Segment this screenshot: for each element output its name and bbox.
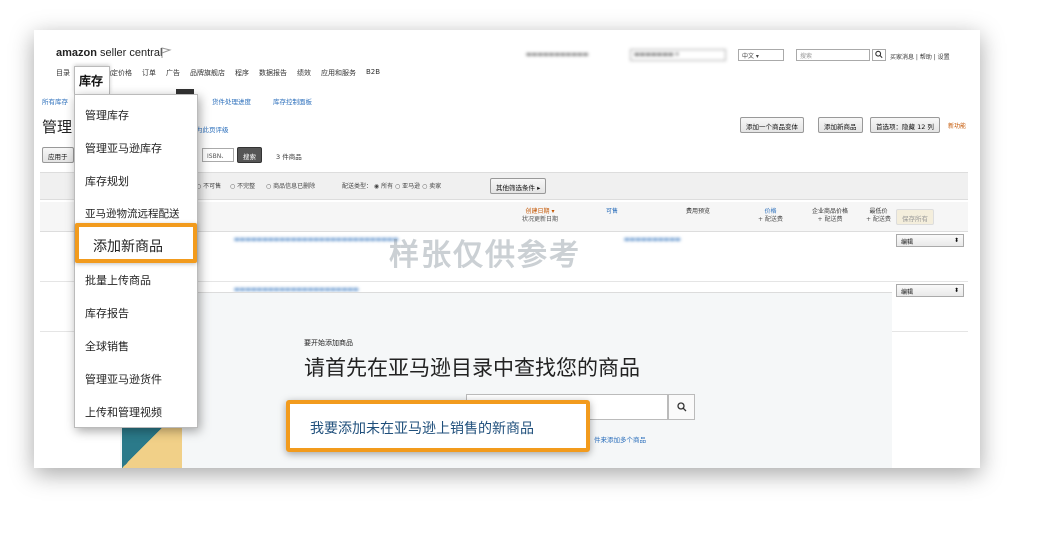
product-title[interactable]: ▬▬▬▬▬▬▬▬▬▬▬▬▬▬▬▬▬▬▬▬▬▬▬▬▬▬▬▬▬ [234, 236, 398, 243]
watermark: 样张仅供参考 [389, 238, 581, 273]
nav-performance[interactable]: 绩效 [297, 68, 311, 78]
promo-graphic [122, 428, 182, 468]
edit-select[interactable]: 编辑 ⬍ [896, 234, 964, 247]
breadcrumb-dashboard[interactable]: 库存控制面板 [273, 96, 312, 106]
nav-orders[interactable]: 订单 [142, 68, 156, 78]
preferences-button[interactable]: 首选项：隐藏 12 列 [870, 117, 940, 133]
search-icon[interactable] [668, 394, 695, 420]
breadcrumb-all-inventory[interactable]: 所有库存 [42, 96, 68, 106]
menu-item-manage-inventory[interactable]: 管理库存 [85, 107, 129, 123]
menu-item-global-selling[interactable]: 全球销售 [85, 338, 129, 354]
panel-small-title: 要开始添加商品 [304, 339, 353, 347]
fulfillment-filter: 配送类型： ◉ 所有 ○ 亚马逊 ○ 卖家 [342, 183, 442, 190]
add-unlisted-product-link[interactable]: 我要添加未在亚马逊上销售的新商品 [286, 400, 590, 452]
status-filter-incomplete[interactable]: ○ 不完整 [230, 181, 255, 190]
amazon-logo[interactable]: amazon seller central [56, 47, 162, 59]
search-icon[interactable] [872, 49, 886, 61]
menu-item-inventory-reports[interactable]: 库存报告 [85, 305, 129, 321]
nav-apps[interactable]: 应用和服务 [321, 68, 356, 78]
bulk-upload-link[interactable]: 件来添加多个商品 [594, 434, 646, 444]
breadcrumb: 货件处理进度 库存控制面板 [212, 96, 312, 106]
flag-icon[interactable] [160, 47, 172, 59]
nav-programs[interactable]: 程序 [235, 68, 249, 78]
product-fees: ▬▬▬▬▬▬▬▬▬▬ [624, 236, 681, 243]
language-select[interactable]: 中文 ▾ [738, 49, 784, 61]
panel-large-title: 请首先在亚马逊目录中查找您的商品 [304, 356, 640, 380]
account-name: ▬▬▬▬▬▬▬▬▬▬▬ [526, 51, 589, 58]
col-created[interactable]: 创建日期 ▾ 状况更新日期 [522, 208, 558, 224]
seller-central-window: amazon seller central ▬▬▬▬▬▬▬▬▬▬▬ ▬▬▬▬▬▬… [34, 30, 980, 468]
edit-select[interactable]: 编辑 ⬍ [896, 284, 964, 297]
add-new-product-button[interactable]: 添加新商品 [818, 117, 863, 133]
menu-item-bulk-upload[interactable]: 批量上传商品 [85, 272, 151, 288]
menu-item-manage-fba-inventory[interactable]: 管理亚马逊库存 [85, 140, 162, 156]
menu-item-add-product[interactable]: 添加新商品 [75, 223, 197, 263]
col-business-price[interactable]: 企业商品价格 + 配送费 [812, 208, 848, 224]
status-filter-unsellable[interactable]: ○ 不可售 [196, 181, 221, 190]
nav-catalog[interactable]: 目录 [56, 68, 70, 78]
inventory-search-input[interactable]: ISBN、 [202, 148, 234, 162]
nav-b2b[interactable]: B2B [366, 68, 380, 78]
more-filters-button[interactable]: 其他筛选条件 ▸ [490, 178, 547, 194]
menu-item-remote-fulfillment[interactable]: 亚马逊物流远程配送 [85, 206, 180, 221]
nav-inventory-active[interactable]: 库存 [74, 66, 110, 94]
save-all-button[interactable]: 保存所有 [896, 209, 934, 225]
col-price[interactable]: 价格 + 配送费 [758, 208, 783, 224]
nav-ads[interactable]: 广告 [166, 68, 180, 78]
page-title: 管理 [42, 118, 73, 136]
item-count: 3 件商品 [276, 153, 302, 161]
menu-item-inventory-planning[interactable]: 库存规划 [85, 173, 129, 189]
inventory-dropdown-menu: 管理库存 管理亚马逊库存 库存规划 亚马逊物流远程配送 添加新商品 批量上传商品… [74, 94, 198, 428]
col-fee-preview: 费用预览 [686, 208, 711, 215]
nav-reports[interactable]: 数据报告 [259, 68, 287, 78]
nav-stores[interactable]: 品牌旗舰店 [190, 68, 225, 78]
header-links[interactable]: 买家消息 | 帮助 | 设置 [890, 52, 950, 61]
apply-button[interactable]: 应用于 [42, 147, 74, 163]
marketplace-select[interactable]: ▬▬▬▬▬▬▬ ▾ [630, 49, 726, 61]
add-variant-button[interactable]: 添加一个商品变体 [740, 117, 804, 133]
breadcrumb-shipments[interactable]: 货件处理进度 [212, 96, 251, 106]
col-min-price[interactable]: 最低价 + 配送费 [866, 208, 891, 224]
new-feature-label: 新功能 [948, 123, 967, 130]
status-filter-deleted[interactable]: ○ 商品信息已删除 [266, 181, 315, 190]
search-button[interactable]: 搜索 [237, 147, 262, 163]
menu-item-upload-videos[interactable]: 上传和管理视频 [85, 404, 162, 420]
col-available[interactable]: 可售 [606, 208, 618, 216]
menu-item-manage-shipments[interactable]: 管理亚马逊货件 [85, 371, 162, 387]
search-input[interactable]: 搜索 [796, 49, 870, 61]
rate-page-link[interactable]: 为此页评级 [196, 124, 229, 134]
